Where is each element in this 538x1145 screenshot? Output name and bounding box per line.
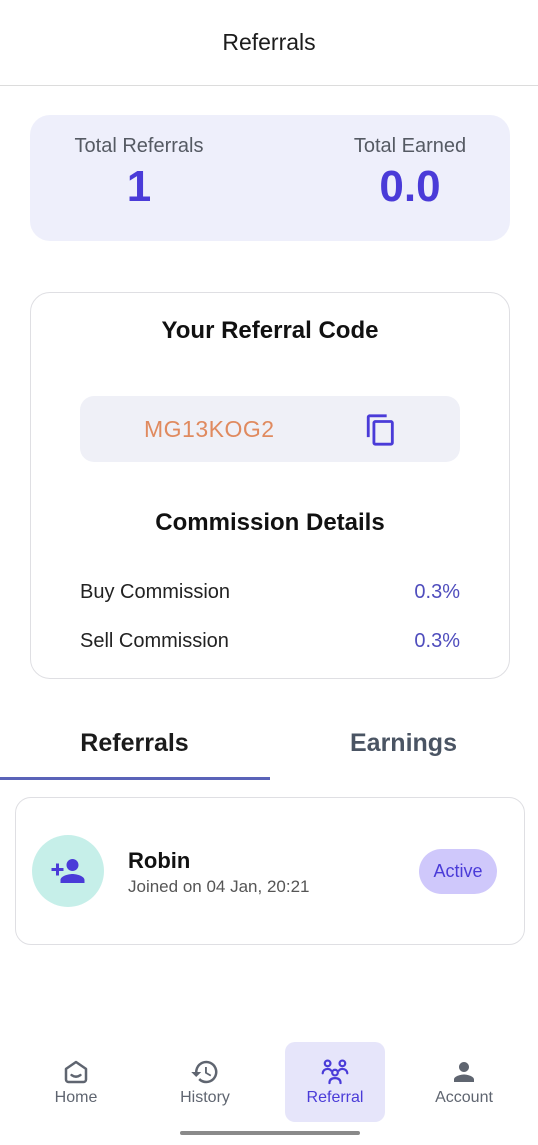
referral-name: Robin [128, 848, 191, 873]
nav-account-label: Account [435, 1089, 493, 1106]
app-header: Referrals [0, 0, 538, 86]
sell-commission-row: Sell Commission 0.3% [80, 630, 460, 653]
total-earned-label: Total Earned [353, 135, 467, 157]
referral-code-value: MG13KOG2 [144, 416, 275, 442]
history-icon [191, 1060, 218, 1084]
person-icon [454, 1062, 474, 1082]
total-referrals-stat: Total Referrals 1 [68, 135, 210, 212]
add-person-icon [51, 859, 85, 883]
referral-code-box: MG13KOG2 [80, 396, 460, 462]
buy-commission-row: Buy Commission 0.3% [80, 581, 460, 604]
total-earned-stat: Total Earned 0.0 [348, 135, 472, 212]
nav-account[interactable]: Account [414, 1042, 514, 1122]
nav-referral-label: Referral [306, 1089, 364, 1106]
total-earned-value: 0.0 [379, 162, 441, 211]
referral-list-item[interactable]: Robin Joined on 04 Jan, 20:21 Active [15, 797, 525, 945]
sell-commission-label: Sell Commission [80, 630, 229, 652]
status-badge: Active [419, 849, 497, 894]
referral-stats-card: Total Referrals 1 Total Earned 0.0 [30, 115, 510, 241]
referral-tabs: Referrals Earnings [0, 715, 538, 781]
active-tab-indicator [0, 777, 270, 780]
referral-code-title: Your Referral Code [161, 317, 379, 344]
buy-commission-label: Buy Commission [80, 581, 231, 603]
referral-code-card: Your Referral Code MG13KOG2 Commission D… [30, 292, 510, 679]
nav-home[interactable]: Home [26, 1042, 126, 1122]
referral-joined-date: Joined on 04 Jan, 20:21 [128, 877, 310, 896]
avatar [32, 835, 104, 907]
tab-referrals[interactable]: Referrals [0, 715, 269, 781]
home-icon [64, 1060, 88, 1084]
page-title: Referrals [222, 29, 316, 55]
sell-commission-value: 0.3% [414, 630, 460, 652]
nav-referral[interactable]: Referral [285, 1042, 385, 1122]
bottom-navigation: Home History Referral Account [0, 1040, 538, 1125]
group-icon [321, 1059, 349, 1085]
commission-details-title: Commission Details [155, 509, 385, 536]
total-referrals-value: 1 [126, 162, 152, 211]
total-referrals-label: Total Referrals [74, 135, 204, 157]
copy-icon[interactable] [364, 413, 398, 447]
nav-history-label: History [180, 1089, 230, 1106]
nav-home-label: Home [54, 1089, 98, 1106]
buy-commission-value: 0.3% [414, 581, 460, 603]
home-indicator[interactable] [180, 1131, 360, 1135]
tab-earnings[interactable]: Earnings [269, 715, 538, 781]
nav-history[interactable]: History [155, 1042, 255, 1122]
